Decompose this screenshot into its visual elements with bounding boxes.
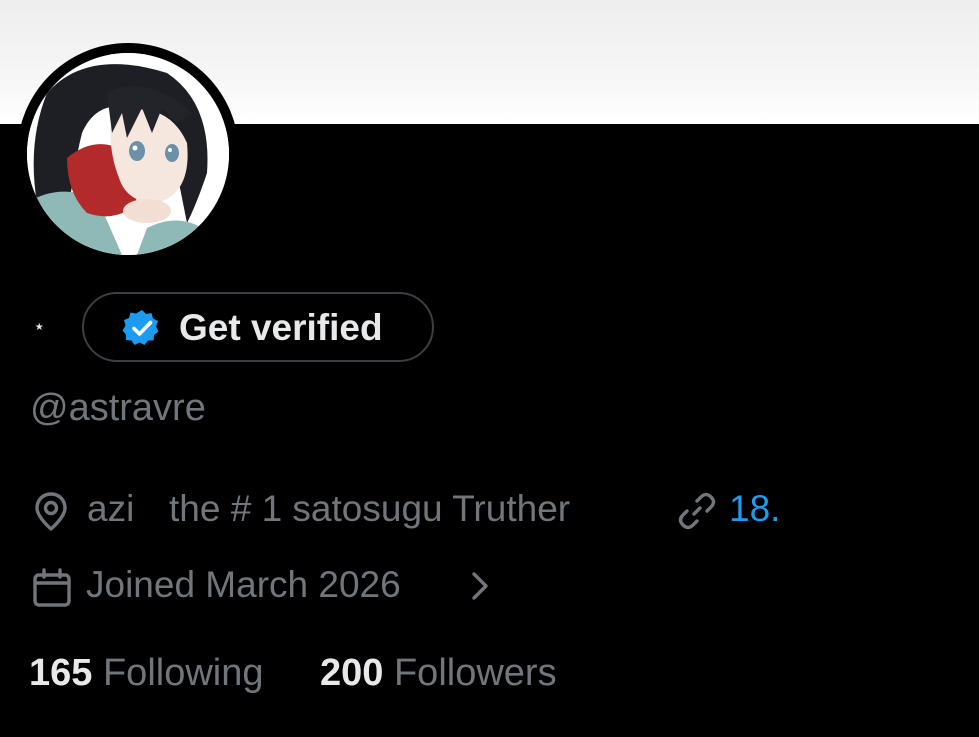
following-label: Following <box>102 652 264 694</box>
link-icon <box>675 489 719 543</box>
location-pin-icon <box>30 490 72 542</box>
profile-handle: @astravre <box>30 387 206 429</box>
followers-count: 200 <box>320 652 384 694</box>
get-verified-button[interactable]: Get verified <box>82 292 434 362</box>
following-count: 165 <box>29 652 93 694</box>
chevron-right-icon <box>468 569 492 613</box>
followers-label: Followers <box>393 652 557 694</box>
followers-link[interactable]: 200 Followers <box>320 650 557 696</box>
verified-badge-icon <box>122 308 162 348</box>
website-link[interactable]: 18. <box>729 487 780 531</box>
avatar[interactable] <box>27 53 229 255</box>
calendar-icon <box>30 566 74 620</box>
following-link[interactable]: 165 Following <box>29 650 264 696</box>
avatar-illustration <box>27 53 229 255</box>
joined-date-text: Joined March 2026 <box>86 564 401 605</box>
location-text: azi <box>87 488 135 529</box>
get-verified-label: Get verified <box>179 307 383 348</box>
bio-text: the # 1 satosugu Truther <box>169 488 571 529</box>
display-name: ⋆ <box>33 316 46 338</box>
